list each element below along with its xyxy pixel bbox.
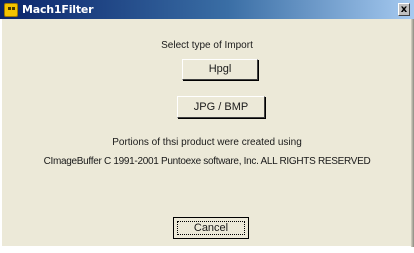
dialog-body bbox=[2, 18, 412, 246]
window-bottom bbox=[0, 247, 414, 253]
window-title: Mach1Filter bbox=[22, 3, 94, 16]
app-icon bbox=[4, 2, 18, 17]
jpg-bmp-button[interactable]: JPG / BMP bbox=[177, 96, 265, 118]
credits-line-2: CImageBuffer C 1991-2001 Puntoexe softwa… bbox=[43, 156, 371, 167]
credits-line-1: Portions of thsi product were created us… bbox=[112, 137, 302, 148]
hpgl-button[interactable]: Hpgl bbox=[182, 59, 258, 80]
title-bar[interactable]: Mach1Filter x bbox=[0, 0, 414, 19]
dialog-window: Mach1Filter x Select type of Import Hpgl… bbox=[0, 0, 414, 253]
close-button[interactable]: x bbox=[398, 3, 410, 16]
import-prompt: Select type of Import bbox=[161, 40, 253, 51]
focus-rectangle bbox=[177, 221, 245, 235]
cancel-button[interactable]: Cancel bbox=[173, 217, 249, 239]
